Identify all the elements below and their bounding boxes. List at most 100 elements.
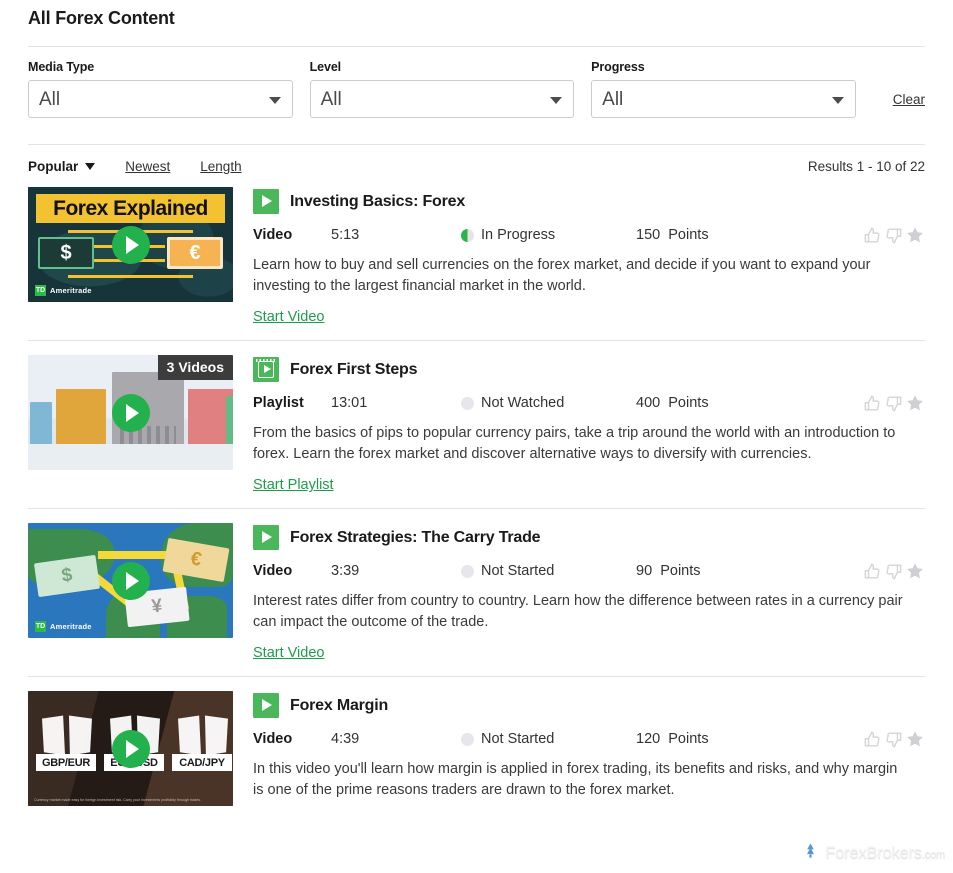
- sort-popular[interactable]: Popular: [28, 159, 96, 174]
- list-item: 3 Videos Forex First Steps Playlist 13:0…: [28, 340, 925, 508]
- building-graphic: [56, 389, 106, 445]
- play-icon: [253, 189, 279, 214]
- content-title[interactable]: Investing Basics: Forex: [290, 193, 465, 211]
- points-value: 90 Points: [636, 563, 701, 579]
- status-badge: Not Started: [461, 563, 636, 579]
- rating-controls: [863, 561, 925, 581]
- filter-progress: Progress All: [591, 60, 856, 118]
- play-button-overlay[interactable]: [111, 561, 150, 600]
- star-icon[interactable]: [905, 561, 925, 581]
- thumbs-down-icon[interactable]: [884, 562, 903, 581]
- chevron-down-icon: [85, 163, 96, 170]
- page-title: All Forex Content: [28, 8, 175, 28]
- filter-level: Level All: [309, 60, 575, 118]
- sort-bar: Popular Newest Length Results 1 - 10 of …: [0, 145, 953, 174]
- building-graphic: [226, 396, 233, 445]
- star-icon[interactable]: [905, 393, 925, 413]
- filter-label-level: Level: [309, 60, 342, 74]
- content-title[interactable]: Forex First Steps: [290, 361, 418, 379]
- playlist-play-glyph: [258, 361, 274, 379]
- currency-pair-crest: GBP/EUR: [36, 715, 96, 777]
- points-value: 150 Points: [636, 227, 709, 243]
- chevron-down-icon: [268, 97, 281, 104]
- star-icon[interactable]: [905, 225, 925, 245]
- points-value: 120 Points: [636, 731, 709, 747]
- thumbs-down-icon[interactable]: [884, 226, 903, 245]
- forexbrokers-logo-icon: [801, 841, 820, 865]
- media-type-select[interactable]: All: [28, 80, 293, 118]
- media-type-value: Playlist: [253, 395, 304, 412]
- dollar-bill-graphic: $: [38, 237, 94, 269]
- content-library-page: All Forex Content Media Type All Level A…: [0, 0, 953, 873]
- list-item-body: Forex Strategies: The Carry Trade Video …: [253, 523, 925, 662]
- play-button-overlay[interactable]: [111, 225, 150, 264]
- status-badge: In Progress: [461, 227, 636, 243]
- results-count: Results 1 - 10 of 22: [807, 159, 925, 174]
- content-title[interactable]: Forex Margin: [290, 697, 388, 715]
- play-button-overlay[interactable]: [111, 729, 150, 768]
- points-label: Points: [668, 395, 709, 412]
- status-label: Not Started: [481, 563, 555, 580]
- progress-dot-icon: [461, 732, 474, 746]
- level-select[interactable]: All: [309, 80, 575, 118]
- thumbs-up-icon[interactable]: [863, 394, 882, 413]
- points-label: Points: [668, 227, 709, 243]
- duration-value: 5:13: [331, 227, 360, 243]
- thumbnail-investing-basics[interactable]: Forex Explained $ € TD Ameritrade: [28, 187, 233, 302]
- list-item-body: Investing Basics: Forex Video 5:13 In Pr…: [253, 187, 925, 326]
- crest-label: CAD/JPY: [172, 754, 232, 772]
- td-mark: TD: [35, 621, 46, 633]
- thumbs-down-icon[interactable]: [884, 730, 903, 749]
- thumbs-down-icon[interactable]: [884, 394, 903, 413]
- ground-graphic: [28, 444, 233, 471]
- title-row: Forex First Steps: [253, 357, 925, 383]
- content-description: In this video you'll learn how margin is…: [253, 761, 898, 799]
- sort-popular-label: Popular: [28, 159, 79, 174]
- status-badge: Not Started: [461, 731, 636, 747]
- status-label: Not Watched: [481, 395, 565, 412]
- points-label: Points: [660, 563, 701, 580]
- duration-value: 13:01: [331, 395, 368, 412]
- points-number: 90: [636, 563, 653, 580]
- duration-value: 4:39: [331, 731, 360, 748]
- star-icon[interactable]: [905, 729, 925, 749]
- crest-label: GBP/EUR: [36, 754, 96, 772]
- start-playlist-link[interactable]: Start Playlist: [253, 477, 334, 493]
- rating-controls: [863, 393, 925, 413]
- video-count-badge: 3 Videos: [157, 355, 233, 381]
- td-wordmark: Ameritrade: [50, 622, 92, 632]
- thumbs-up-icon[interactable]: [863, 562, 882, 581]
- thumbs-up-icon[interactable]: [863, 226, 882, 245]
- chevron-down-icon: [550, 97, 563, 104]
- meta-row: Video 5:13 In Progress 150 Points: [253, 224, 925, 246]
- thumbnail-forex-margin[interactable]: GBP/EUR EUR/USD CAD/JPY Currency market …: [28, 691, 233, 807]
- filter-label-progress: Progress: [591, 60, 645, 74]
- filter-label-media-type: Media Type: [28, 60, 95, 74]
- content-title[interactable]: Forex Strategies: The Carry Trade: [290, 529, 541, 547]
- chevron-down-icon: [831, 97, 844, 104]
- currency-pair-crest: CAD/JPY: [172, 715, 232, 777]
- start-video-link[interactable]: Start Video: [253, 309, 324, 325]
- euro-bill-graphic: €: [167, 237, 223, 269]
- play-button-overlay[interactable]: [111, 393, 150, 432]
- thumbnail-carry-trade[interactable]: $ € ¥ TD Ameritrade: [28, 523, 233, 639]
- thumbnail-forex-first-steps[interactable]: 3 Videos: [28, 355, 233, 471]
- list-item: $ € ¥ TD Ameritrade Forex Strategies: Th…: [28, 508, 925, 676]
- sort-length[interactable]: Length: [200, 159, 241, 174]
- status-badge: Not Watched: [461, 395, 636, 411]
- progress-select[interactable]: All: [591, 80, 856, 118]
- meta-row: Playlist 13:01 Not Watched 400 Points: [253, 392, 925, 414]
- points-number: 120: [636, 731, 661, 748]
- watermark-text: ForexBrokers.com: [825, 844, 945, 863]
- start-video-link[interactable]: Start Video: [253, 645, 324, 661]
- sort-newest[interactable]: Newest: [125, 159, 170, 174]
- watermark-suffix: .com: [921, 848, 945, 861]
- watermark-name: ForexBrokers: [825, 843, 922, 862]
- play-icon: [253, 693, 279, 719]
- clear-filters-link[interactable]: Clear: [893, 92, 925, 107]
- list-item-body: Forex First Steps Playlist 13:01 Not Wat…: [253, 355, 925, 494]
- thumbs-up-icon[interactable]: [863, 730, 882, 749]
- media-type-value: Video: [253, 731, 293, 748]
- filter-bar: Media Type All Level All Progress All Cl…: [0, 47, 953, 118]
- rating-controls: [863, 225, 925, 245]
